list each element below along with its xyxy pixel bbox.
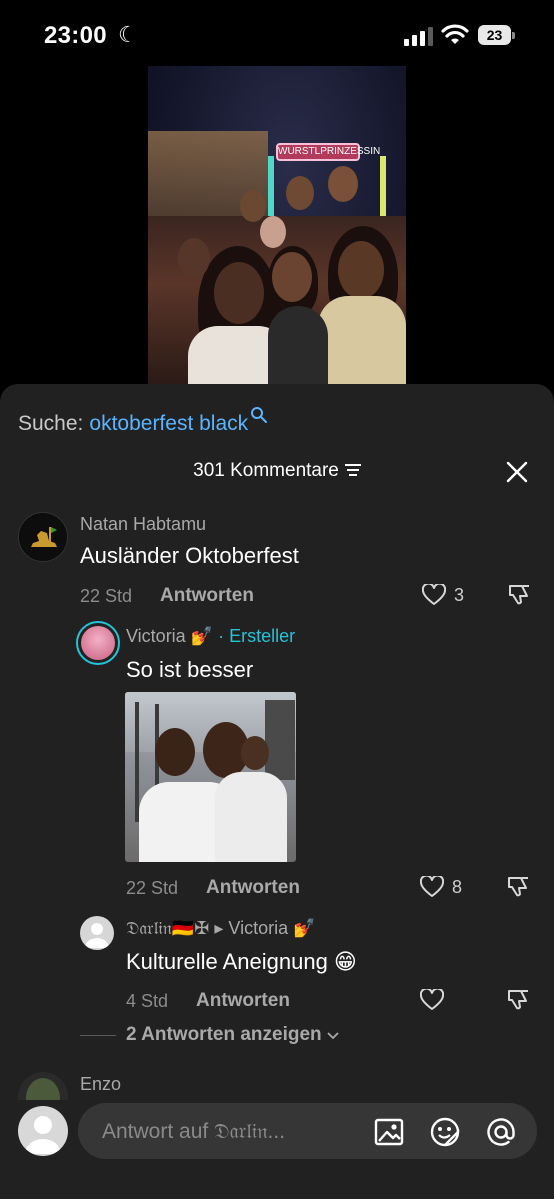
sort-icon[interactable] (344, 463, 361, 477)
search-query[interactable]: oktoberfest black (89, 412, 248, 435)
reply-author-line[interactable]: 𝔇𝔞𝔯𝔩𝔦𝔫🇩🇪✠ ▸ Victoria 💅 (126, 918, 316, 939)
comment-text: Ausländer Oktoberfest (80, 543, 299, 568)
moon-icon: ☾ (118, 22, 138, 47)
wifi-icon (441, 24, 469, 44)
like-button[interactable]: 3 (422, 582, 464, 608)
like-count: 3 (454, 584, 465, 605)
reply-time: 22 Std (126, 878, 179, 898)
video-face (214, 262, 264, 324)
video-face (260, 216, 286, 248)
video-face (178, 238, 210, 278)
search-suggestion[interactable]: Suche: oktoberfest black (18, 406, 268, 436)
reply-to-arrow: ▸ (214, 918, 224, 938)
reply-button[interactable]: Antworten (206, 877, 300, 899)
dislike-icon[interactable] (505, 874, 531, 900)
lion-emblem-icon (20, 514, 67, 561)
dislike-icon[interactable] (505, 987, 531, 1013)
default-avatar-icon (85, 923, 109, 948)
like-button[interactable] (420, 987, 452, 1013)
status-time: 23:00 (44, 22, 107, 49)
image-shirt (215, 772, 287, 862)
reply-time: 4 Std (126, 991, 169, 1011)
search-icon (251, 407, 268, 423)
video-face (272, 252, 312, 302)
dislike-icon[interactable] (506, 582, 532, 608)
close-icon[interactable] (505, 460, 529, 484)
comment-author[interactable]: Natan Habtamu (80, 514, 206, 535)
avatar-image (81, 626, 115, 660)
chevron-down-icon (327, 1032, 339, 1040)
reply-button[interactable]: Antworten (160, 585, 254, 607)
default-avatar-icon (25, 1116, 61, 1154)
reply-input-placeholder: Antwort auf 𝔇𝔞𝔯𝔩𝔦𝔫... (102, 1120, 286, 1143)
reply-author: Victoria 💅 (126, 626, 214, 646)
video-player[interactable]: WURSTLPRINZESSIN (148, 66, 406, 386)
reply-author: 𝔇𝔞𝔯𝔩𝔦𝔫🇩🇪✠ (126, 918, 210, 938)
reply-text: So ist besser (126, 657, 254, 682)
video-face (240, 190, 266, 222)
battery-level: 23 (478, 25, 511, 45)
heart-icon (422, 584, 446, 605)
image-face (241, 736, 269, 770)
video-sign: WURSTLPRINZESSIN (276, 143, 380, 161)
creator-separator: · (218, 626, 225, 646)
image-icon[interactable] (374, 1117, 404, 1147)
comment-author[interactable]: Enzo (80, 1074, 121, 1095)
video-face (328, 166, 358, 202)
avatar[interactable] (80, 916, 114, 950)
video-shirt (268, 306, 328, 386)
signal-icon (404, 27, 433, 46)
heart-icon (420, 876, 444, 897)
like-count: 8 (452, 876, 463, 897)
reply-button[interactable]: Antworten (196, 990, 290, 1012)
sticker-icon[interactable] (430, 1117, 460, 1147)
show-more-replies-button[interactable]: 2 Antworten anzeigen (80, 1024, 340, 1046)
image-face (155, 728, 195, 776)
avatar[interactable] (18, 1106, 68, 1156)
video-face (286, 176, 314, 210)
comments-count[interactable]: 301 Kommentare (0, 460, 554, 482)
reply-to-user: Victoria 💅 (228, 918, 316, 938)
divider (80, 1034, 116, 1036)
search-label: Suche: (18, 412, 84, 435)
reply-input-bar: Antwort auf 𝔇𝔞𝔯𝔩𝔦𝔫... (0, 1100, 554, 1199)
avatar[interactable] (18, 512, 68, 562)
comment-time: 22 Std (80, 586, 133, 606)
reply-text: Kulturelle Aneignung 😁 (126, 949, 357, 974)
reply-input[interactable]: Antwort auf 𝔇𝔞𝔯𝔩𝔦𝔫... (78, 1103, 537, 1159)
status-bar: 23:00 ☾ 23 (0, 0, 554, 66)
reply-author-line[interactable]: Victoria 💅 · Ersteller (126, 626, 295, 647)
comments-count-label: 301 Kommentare (193, 460, 339, 481)
mention-icon[interactable] (486, 1117, 516, 1147)
avatar[interactable] (76, 621, 120, 665)
show-more-label: 2 Antworten anzeigen (126, 1024, 322, 1045)
like-button[interactable]: 8 (420, 874, 462, 900)
battery-icon: 23 (478, 24, 516, 46)
comments-sheet: Suche: oktoberfest black 301 Kommentare N… (0, 384, 554, 1199)
comment-image[interactable] (125, 692, 296, 862)
heart-icon (420, 989, 444, 1010)
video-face (338, 241, 384, 299)
creator-badge: Ersteller (229, 626, 296, 646)
video-shirt (318, 296, 406, 386)
